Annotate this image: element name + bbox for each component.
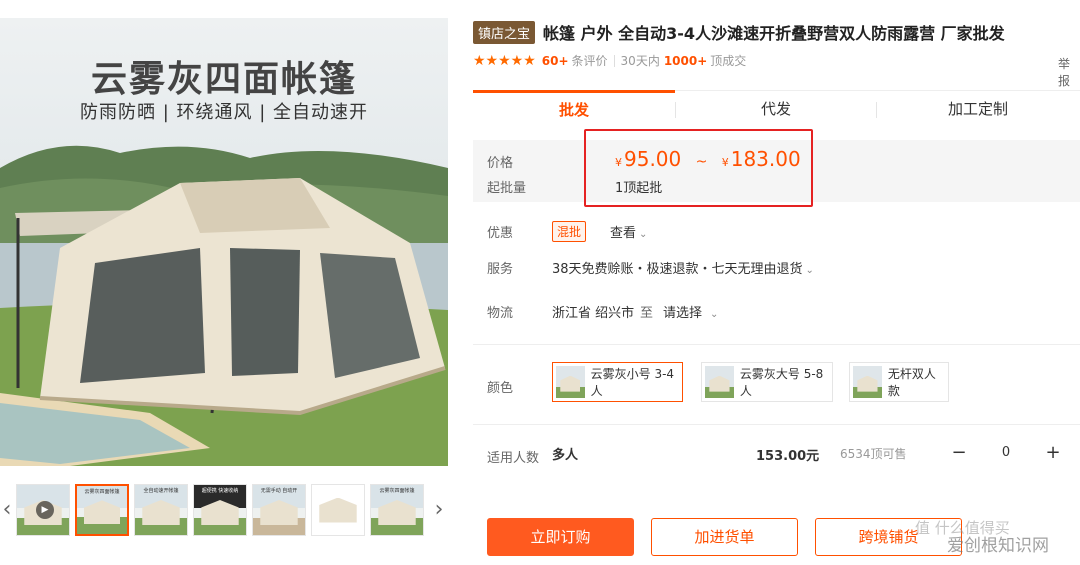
sales-count: 1000+ xyxy=(663,53,708,68)
thumb-next-arrow[interactable]: › xyxy=(432,490,446,530)
add-to-purchase-list-button[interactable]: 加进货单 xyxy=(651,518,798,556)
increment-button[interactable]: + xyxy=(1038,442,1068,463)
reviews-count[interactable]: 60+ xyxy=(542,54,569,68)
quantity-stepper: − 0 + xyxy=(944,439,1068,465)
tab-wholesale[interactable]: 批发 xyxy=(473,90,675,128)
tab-dropship[interactable]: 代发 xyxy=(675,91,877,128)
tab-label: 代发 xyxy=(760,100,791,118)
decrement-button[interactable]: − xyxy=(944,442,974,463)
color-label: 颜色 xyxy=(487,381,514,396)
mixed-batch-badge: 混批 xyxy=(552,221,587,242)
sku-option-poleless-double[interactable]: 无杆双人款 xyxy=(849,362,949,402)
origin-location: 浙江省 绍兴市 xyxy=(552,306,635,321)
reviews-label[interactable]: 条评价 xyxy=(572,52,608,69)
rating-row: ★★★★★ 60+ 条评价 30天内 1000+ 顶成交 xyxy=(473,52,746,69)
thumbnail-strip: ‹ ▶ 云雾灰四面帐篷 全自动速开帐篷 超便携 快速收纳 无需手动 自动开 云雾… xyxy=(0,480,448,540)
thumb-prev-arrow[interactable]: ‹ xyxy=(0,490,14,530)
sku-option-small-gray[interactable]: 云雾灰小号 3-4人 xyxy=(552,362,683,402)
sku-thumbnail xyxy=(853,366,882,398)
destination-value: 请选择 xyxy=(663,306,703,321)
tab-label: 批发 xyxy=(558,101,589,119)
thumbnail-label: 全自动速开帐篷 xyxy=(143,488,179,494)
moq-label: 起批量 xyxy=(487,181,527,196)
watermark: 值 什么值得买 爱创根知识网 xyxy=(895,518,1080,558)
buy-now-button[interactable]: 立即订购 xyxy=(487,518,634,556)
chevron-down-icon: ⌄ xyxy=(805,265,814,276)
divider xyxy=(613,54,615,67)
to-label: 至 xyxy=(640,306,654,321)
thumbnail-label: 云雾灰四面帐篷 xyxy=(379,488,415,494)
thumbnail-label: 超便携 快速收纳 xyxy=(201,488,239,494)
thumbnail-6[interactable]: 云雾灰四面帐篷 xyxy=(370,484,424,536)
logistics-label: 物流 xyxy=(487,306,514,321)
sales-label: 顶成交 xyxy=(710,54,747,68)
sku-name: 云雾灰小号 3-4人 xyxy=(590,367,675,398)
shop-badge: 镇店之宝 xyxy=(473,20,536,44)
sales-period: 30天内 xyxy=(620,54,660,68)
hero-title: 云雾灰四面帐篷 xyxy=(90,59,357,100)
service-value: 38天免费赊账・极速退款・七天无理由退货 xyxy=(552,262,803,277)
product-title: 帐篷 户外 全自动3-4人沙滩速开折叠野营双人防雨露营 厂家批发 xyxy=(543,24,1005,43)
tab-custom-processing[interactable]: 加工定制 xyxy=(877,91,1079,128)
service-dropdown[interactable]: 38天免费赊账・极速退款・七天无理由退货 ⌄ xyxy=(552,258,814,277)
thumbnail-3[interactable]: 超便携 快速收纳 xyxy=(193,484,247,536)
price-label: 价格 xyxy=(487,156,514,171)
capacity-value: 多人 xyxy=(552,448,579,463)
purchase-mode-tabs: 批发 代发 加工定制 xyxy=(473,90,1080,128)
report-link[interactable]: 举报 xyxy=(1058,55,1080,89)
divider xyxy=(473,424,1080,425)
sku-thumbnail xyxy=(556,366,585,398)
thumbnail-label: 无需手动 自动开 xyxy=(260,488,298,494)
play-icon: ▶ xyxy=(36,501,54,519)
sku-option-large-gray[interactable]: 云雾灰大号 5-8人 xyxy=(701,362,833,402)
thumbnail-video[interactable]: ▶ xyxy=(16,484,70,536)
main-product-image[interactable]: 云雾灰四面帐篷 防雨防晒 | 环绕通风 | 全自动速开 xyxy=(0,18,448,466)
view-offers-label: 查看 xyxy=(610,226,637,241)
thumbnail-5[interactable] xyxy=(311,484,365,536)
tab-label: 加工定制 xyxy=(947,100,1008,118)
sku-name: 无杆双人款 xyxy=(887,367,936,398)
thumbnail-4[interactable]: 无需手动 自动开 xyxy=(252,484,306,536)
sku-thumbnail xyxy=(705,366,734,398)
divider xyxy=(473,344,1080,345)
view-offers-button[interactable]: 查看 ⌄ xyxy=(610,222,647,241)
thumbnail-label: 云雾灰四面帐篷 xyxy=(84,489,120,495)
price-highlight-box xyxy=(584,129,813,207)
title-row: 镇店之宝 帐篷 户外 全自动3-4人沙滩速开折叠野营双人防雨露营 厂家批发 xyxy=(473,20,1005,44)
watermark-text: 爱创根知识网 xyxy=(947,536,1049,556)
unit-price: 153.00元 xyxy=(756,449,820,464)
service-label: 服务 xyxy=(487,262,514,277)
chevron-down-icon: ⌄ xyxy=(710,309,719,320)
chevron-down-icon: ⌄ xyxy=(639,229,648,240)
quantity-input[interactable]: 0 xyxy=(974,445,1038,460)
destination-select[interactable]: 请选择 ⌄ xyxy=(663,302,718,321)
hero-subtitle: 防雨防晒 | 环绕通风 | 全自动速开 xyxy=(79,102,368,123)
stock-available: 6534顶可售 xyxy=(840,447,907,461)
thumbnail-2[interactable]: 全自动速开帐篷 xyxy=(134,484,188,536)
sku-name: 云雾灰大号 5-8人 xyxy=(739,367,824,398)
capacity-label: 适用人数 xyxy=(487,451,540,466)
offers-label: 优惠 xyxy=(487,226,514,241)
thumbnail-1[interactable]: 云雾灰四面帐篷 xyxy=(75,484,129,536)
divider xyxy=(675,102,676,118)
star-rating-icon: ★★★★★ xyxy=(473,52,536,69)
